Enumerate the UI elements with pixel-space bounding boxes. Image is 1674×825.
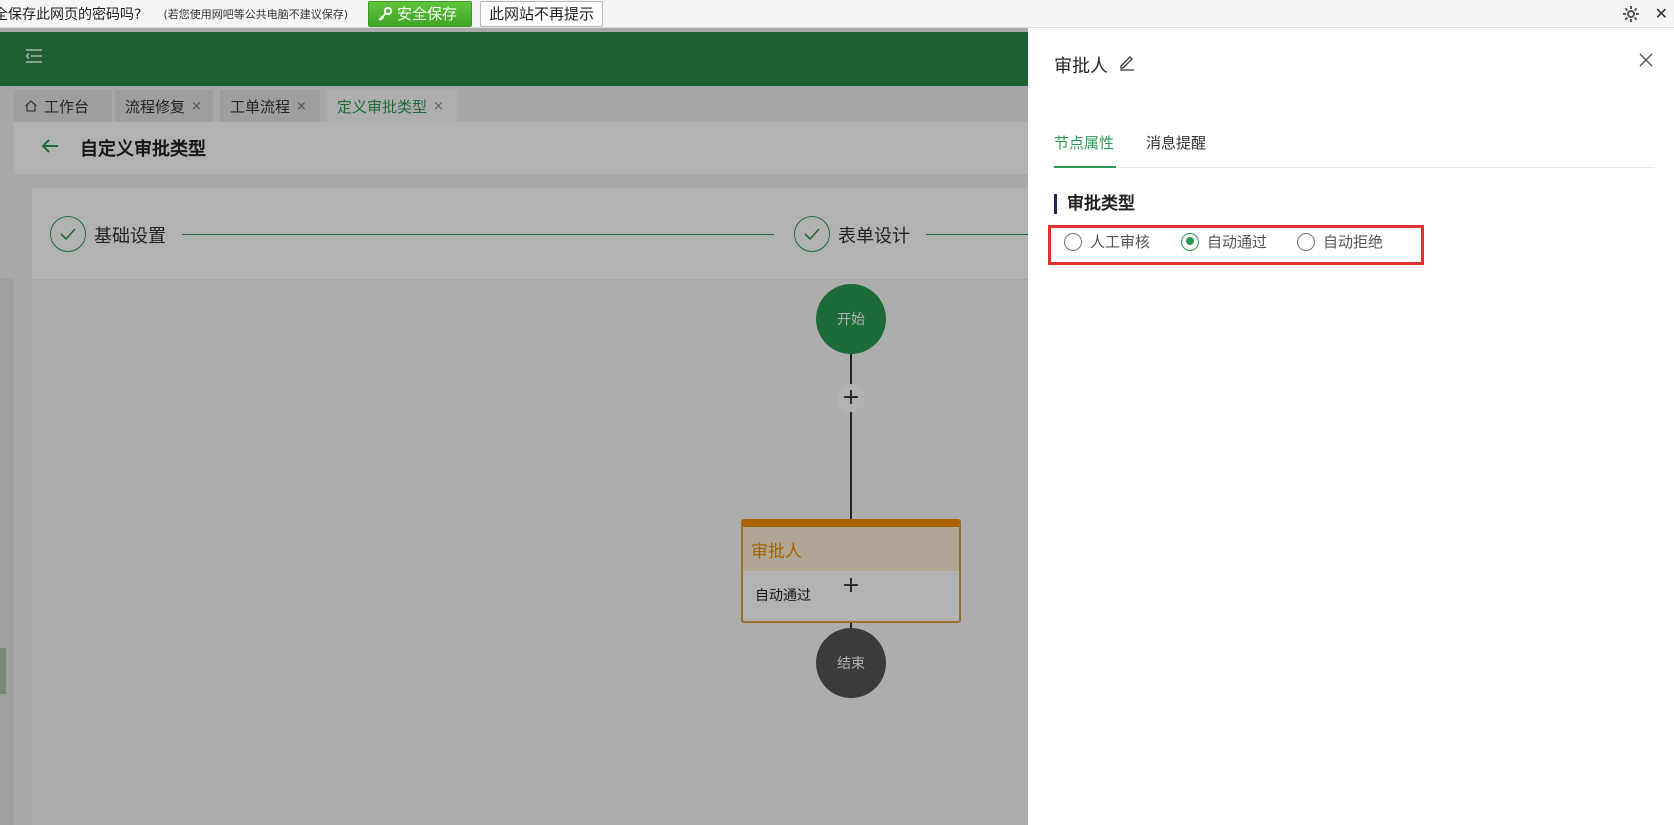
close-icon[interactable] <box>1636 50 1656 70</box>
password-save-bar: 全保存此网页的密码吗? (若您使用网吧等公共电脑不建议保存) 安全保存 此网站不… <box>0 0 1674 28</box>
section-title-approval-type: 审批类型 <box>1054 194 1135 214</box>
radio-checked-icon <box>1181 232 1199 251</box>
radio-circle-icon <box>1297 232 1315 251</box>
radio-label: 自动拒绝 <box>1323 233 1384 251</box>
radio-auto-approve[interactable]: 自动通过 <box>1181 231 1267 252</box>
gear-icon[interactable] <box>1622 5 1640 23</box>
save-password-hint: (若您使用网吧等公共电脑不建议保存) <box>163 7 349 21</box>
radio-label: 人工审核 <box>1090 233 1151 251</box>
modal-overlay[interactable] <box>0 28 1028 825</box>
radio-circle-icon <box>1064 232 1082 251</box>
edit-pencil-icon[interactable] <box>1118 53 1136 71</box>
drawer-tabs: 节点属性 消息提醒 <box>1054 126 1654 168</box>
radio-manual-review[interactable]: 人工审核 <box>1064 231 1150 252</box>
active-tab-indicator <box>1054 166 1116 168</box>
drawer-title: 审批人 <box>1054 56 1108 77</box>
tab-node-properties[interactable]: 节点属性 <box>1054 132 1114 153</box>
close-icon[interactable]: ✕ <box>1655 4 1668 23</box>
key-icon <box>378 6 393 21</box>
save-password-question: 全保存此网页的密码吗? <box>0 6 142 23</box>
radio-auto-reject[interactable]: 自动拒绝 <box>1297 231 1383 252</box>
no-prompt-button[interactable]: 此网站不再提示 <box>480 0 604 27</box>
radio-label: 自动通过 <box>1207 233 1268 251</box>
safe-save-label: 安全保存 <box>397 5 458 23</box>
approver-drawer: 审批人 节点属性 消息提醒 审批类型 人工审核 自动通过 自动拒绝 <box>1028 28 1674 825</box>
tab-message-reminder[interactable]: 消息提醒 <box>1146 132 1206 153</box>
safe-save-button[interactable]: 安全保存 <box>368 0 473 27</box>
